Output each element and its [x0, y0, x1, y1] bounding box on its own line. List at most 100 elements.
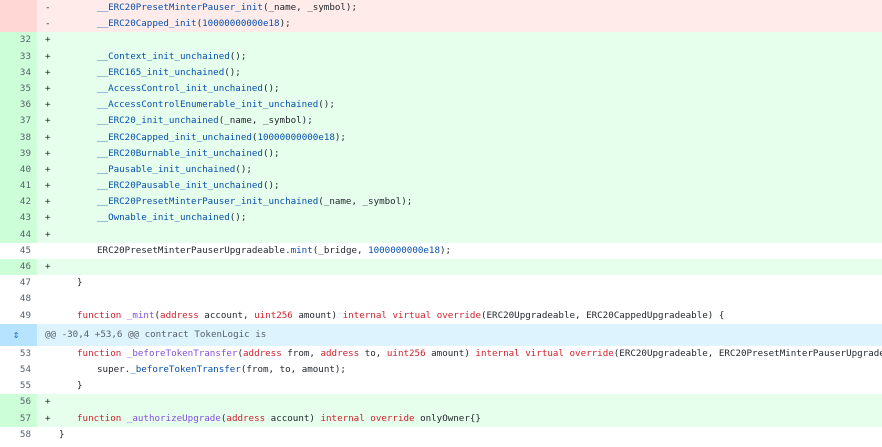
- code-token: );: [334, 131, 346, 143]
- line-number[interactable]: 40: [0, 161, 37, 179]
- diff-line-add: 40 + __Pausable_init_unchained();: [0, 161, 882, 179]
- code-token: amount): [292, 309, 343, 321]
- diff-marker: +: [45, 50, 51, 62]
- diff-line-add: 42 + __ERC20PresetMinterPauser_init_unchai…: [0, 194, 882, 211]
- line-number[interactable]: 41: [0, 178, 37, 195]
- line-number[interactable]: 44: [0, 226, 37, 243]
- code-token: virtual: [525, 347, 564, 359]
- code-token: onlyOwner{}: [414, 412, 481, 424]
- line-number[interactable]: 39: [0, 145, 37, 162]
- diff-line-add: 44 +: [0, 226, 882, 243]
- code-text: }: [59, 275, 882, 291]
- diff-view: - __ERC20PresetMinterPauser_init(_name, _…: [0, 0, 882, 443]
- diff-line-add: 33 + __Context_init_unchained();: [0, 48, 882, 65]
- diff-line-ctx: 45 ERC20PresetMinterPauserUpgradeable.min…: [0, 243, 882, 259]
- diff-line-add: 34 + __ERC165_init_unchained();: [0, 64, 882, 81]
- code-text: __ERC20Pausable_init_unchained();: [59, 178, 882, 194]
- code-token: override: [569, 347, 614, 359]
- line-number[interactable]: 46: [0, 259, 37, 276]
- line-number[interactable]: 53: [0, 346, 37, 362]
- code-token: _mint: [126, 309, 155, 321]
- diff-line-ctx: 49 function _mint(address account, uint25…: [0, 308, 882, 324]
- code-text: __ERC20Capped_init(10000000000e18);: [59, 16, 882, 32]
- line-number[interactable]: 47: [0, 275, 37, 291]
- code-token: address: [226, 412, 266, 424]
- diff-line-add: 35 + __AccessControl_init_unchained();: [0, 80, 882, 98]
- code-token: _authorizeUpgrade: [126, 412, 221, 424]
- line-number[interactable]: 54: [0, 362, 37, 378]
- line-number[interactable]: 32: [0, 32, 37, 49]
- code-token: __AccessControl_init_unchained: [97, 82, 263, 94]
- code-token: (ERC20Upgradeable, ERC20PresetMinterPaus…: [613, 347, 882, 359]
- line-number[interactable]: 33: [0, 48, 37, 65]
- code-token: address: [243, 347, 282, 359]
- expand-arrows-icon[interactable]: ⇕: [8, 327, 24, 343]
- code-token: ();: [262, 82, 280, 94]
- code-token: address: [160, 309, 199, 321]
- diff-marker: +: [45, 396, 51, 408]
- code-text: __AccessControlEnumerable_init_unchained…: [59, 97, 882, 113]
- code-token: (_name, _symbol);: [262, 2, 357, 13]
- code-text: super._beforeTokenTransfer(from, to, amo…: [59, 362, 882, 378]
- code-token: __Pausable_init_unchained: [97, 163, 236, 175]
- diff-line-ctx: 54 super._beforeTokenTransfer(from, to, a…: [0, 362, 882, 378]
- diff-marker: +: [45, 34, 51, 46]
- code-token: __ERC20PresetMinterPauser_init: [97, 2, 263, 13]
- diff-marker: +: [45, 196, 51, 208]
- diff-line-ctx: 53 function _beforeTokenTransfer(address …: [0, 346, 882, 362]
- diff-marker: -: [45, 18, 51, 30]
- line-number: [0, 16, 37, 33]
- diff-line-add: 39 + __ERC20Burnable_init_unchained();: [0, 145, 882, 162]
- line-number[interactable]: 58: [0, 427, 37, 443]
- line-number[interactable]: 36: [0, 97, 37, 114]
- diff-marker: +: [45, 163, 51, 175]
- code-token: __Context_init_unchained: [97, 50, 230, 62]
- diff-line-add: 41 + __ERC20Pausable_init_unchained();: [0, 178, 882, 195]
- line-number[interactable]: 56: [0, 394, 37, 411]
- code-token: 10000000000e18: [202, 18, 280, 30]
- code-token: uint256: [386, 347, 426, 359]
- diff-line-add: 36 + __AccessControlEnumerable_init_unchai…: [0, 97, 882, 114]
- diff-marker: +: [45, 99, 51, 111]
- code-token: ();: [224, 66, 241, 78]
- line-number[interactable]: 34: [0, 64, 37, 81]
- code-token: }: [77, 380, 83, 392]
- code-text: __ERC20PresetMinterPauser_init_unchained…: [59, 194, 882, 210]
- diff-line-add: 43 + __Ownable_init_unchained();: [0, 210, 882, 227]
- diff-marker: +: [45, 131, 51, 143]
- diff-line-add: 56 +: [0, 394, 882, 411]
- diff-marker: +: [45, 82, 51, 94]
- diff-line-ctx: 58}: [0, 427, 882, 443]
- line-number[interactable]: 35: [0, 80, 37, 98]
- code-token: (ERC20Upgradeable, ERC20CappedUpgradeabl…: [480, 309, 725, 321]
- code-token: ();: [229, 50, 247, 62]
- code-token: address: [320, 347, 360, 359]
- code-text: __Ownable_init_unchained();: [59, 210, 882, 226]
- code-token: __AccessControlEnumerable_init_unchained: [97, 99, 319, 111]
- line-number[interactable]: 48: [0, 291, 37, 307]
- line-number[interactable]: 49: [0, 308, 37, 324]
- line-number[interactable]: 38: [0, 129, 37, 146]
- line-number[interactable]: 55: [0, 378, 37, 394]
- diff-marker: +: [45, 66, 51, 78]
- code-token: }: [59, 428, 65, 440]
- code-text: function _mint(address account, uint256 …: [59, 308, 882, 324]
- code-token: internal: [320, 412, 365, 424]
- code-text: ERC20PresetMinterPauserUpgradeable.mint(…: [59, 243, 882, 259]
- code-text: function _authorizeUpgrade(address accou…: [59, 411, 882, 427]
- code-text: }: [59, 378, 882, 394]
- code-text: }: [59, 427, 882, 443]
- code-token: from,: [281, 347, 321, 359]
- line-number[interactable]: 37: [0, 113, 37, 130]
- code-token: (_bridge,: [312, 244, 369, 256]
- line-number[interactable]: 57: [0, 410, 37, 427]
- code-token: internal: [342, 309, 387, 321]
- line-number[interactable]: 42: [0, 194, 37, 211]
- code-token: virtual: [392, 309, 432, 321]
- code-token: ();: [262, 147, 280, 159]
- line-number[interactable]: 43: [0, 210, 37, 227]
- diff-line-add: 32 +: [0, 32, 882, 49]
- code-token: __ERC20_init_unchained: [97, 115, 219, 127]
- diff-line-add: 37 + __ERC20_init_unchained(_name, _symbol…: [0, 113, 882, 130]
- line-number[interactable]: 45: [0, 243, 37, 259]
